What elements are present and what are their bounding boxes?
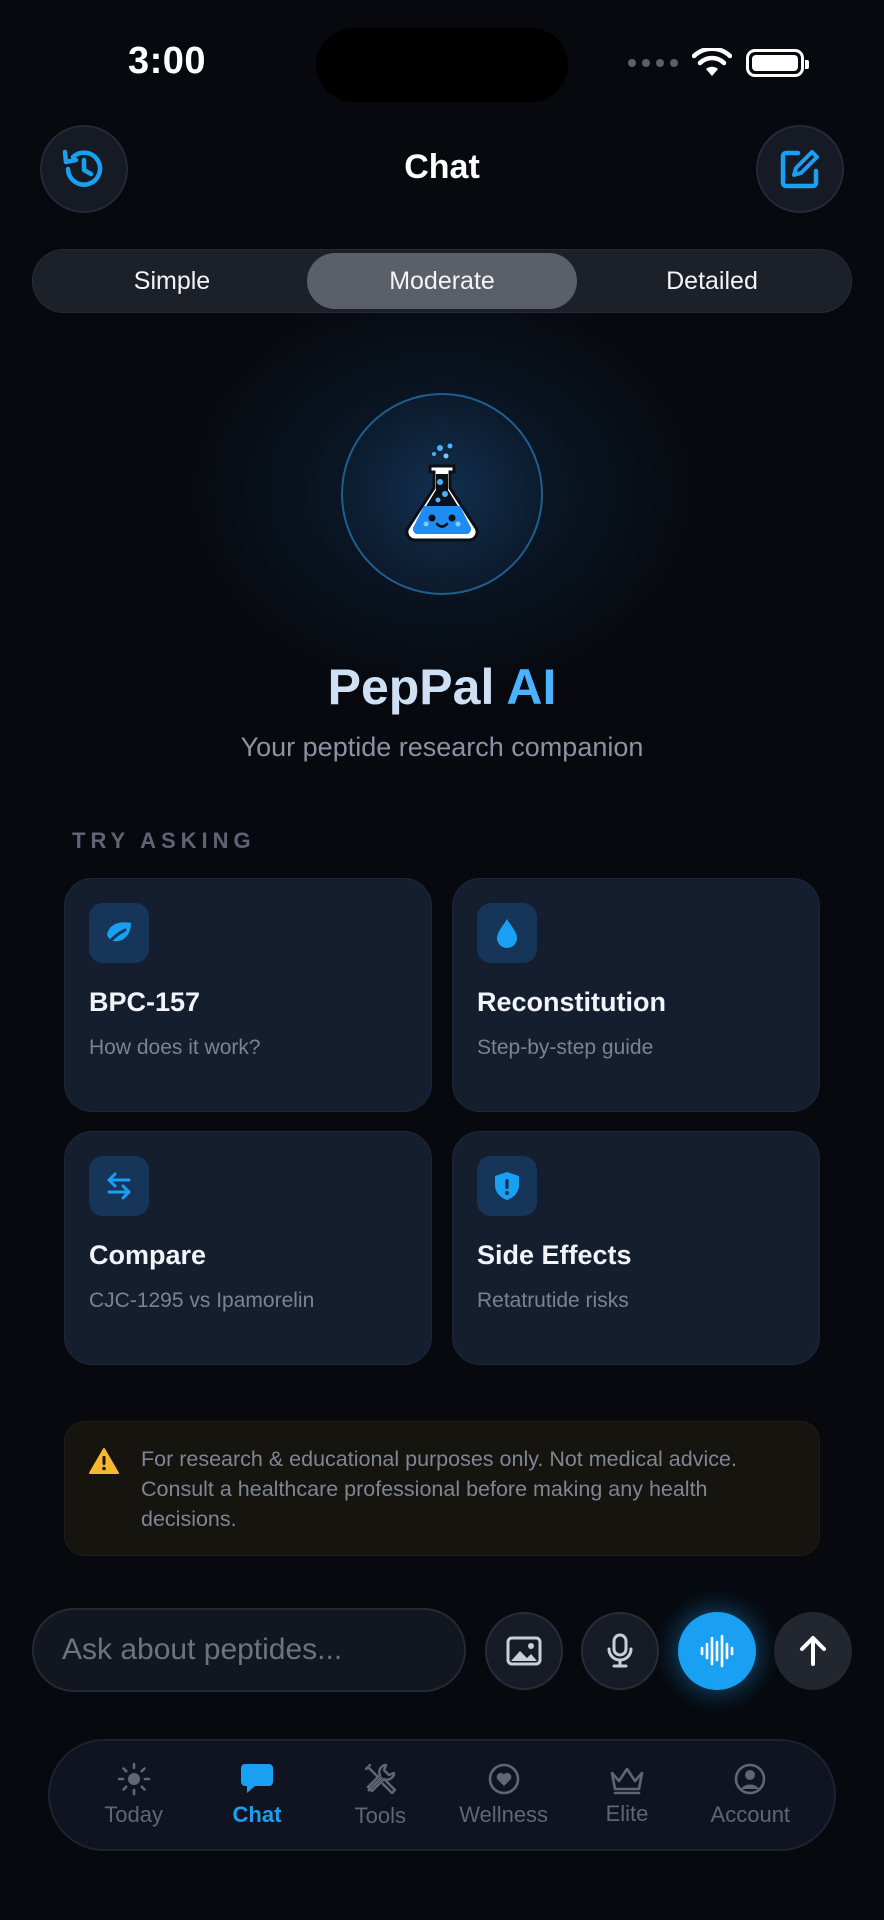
medical-disclaimer: For research & educational purposes only… [64,1421,820,1556]
leaf-icon [105,922,131,947]
send-button[interactable] [774,1612,852,1690]
tab-label: Wellness [459,1802,549,1827]
card-subtitle: How does it work? [89,1036,261,1059]
arrows-swap-icon [107,1172,131,1200]
status-time: 3:00 [128,40,207,82]
shield-alert-icon [495,1172,519,1200]
tab-wellness[interactable]: Wellness [445,1762,563,1828]
tab-label: Account [710,1802,791,1827]
chat-screen: 3:00 Chat Simple Moderate Detailed PepPa… [0,0,884,1920]
tab-label: Tools [354,1803,406,1828]
microphone-icon [607,1633,633,1668]
card-subtitle: Step-by-step guide [477,1036,654,1059]
disclaimer-text: For research & educational purposes only… [141,1447,737,1531]
image-icon [506,1636,542,1666]
dictation-button[interactable] [581,1612,659,1690]
person-icon [734,1763,766,1795]
card-title: Compare [89,1240,207,1270]
tab-label: Chat [232,1802,282,1827]
tab-label: Elite [605,1801,649,1826]
wifi-icon [692,48,732,76]
mode-simple[interactable]: Simple [37,253,307,309]
chat-bubble-icon [240,1764,273,1793]
card-icon-box [477,903,537,963]
arrow-up-icon [800,1636,826,1666]
bottom-tab-bar: Today Chat Tools Wellness Elite Account [48,1739,836,1851]
card-subtitle: Retatrutide risks [477,1289,629,1312]
card-title: Reconstitution [477,987,666,1017]
dynamic-island [316,28,568,102]
suggestion-card-side-effects[interactable]: Side Effects Retatrutide risks [452,1131,820,1365]
card-title: BPC-157 [89,987,201,1017]
app-subtitle: Your peptide research companion [240,732,644,762]
tab-tools[interactable]: Tools [321,1761,439,1829]
app-logo [341,393,543,595]
tab-label: Today [104,1802,164,1827]
card-title: Side Effects [477,1240,632,1270]
response-mode-selector: Simple Moderate Detailed [32,249,852,313]
heart-icon [488,1763,519,1795]
cellular-signal-icon [628,59,678,67]
status-icons [628,48,809,78]
sun-icon [117,1762,150,1796]
tab-today[interactable]: Today [75,1762,193,1828]
new-chat-button[interactable] [756,125,844,213]
app-title-main: PepPal [327,659,495,715]
droplet-icon [497,919,517,948]
tab-account[interactable]: Account [691,1762,809,1828]
mode-moderate[interactable]: Moderate [307,253,577,309]
card-icon-box [477,1156,537,1216]
crown-icon [610,1767,644,1795]
mode-detailed[interactable]: Detailed [577,253,847,309]
card-icon-box [89,903,149,963]
suggestion-card-compare[interactable]: Compare CJC-1295 vs Ipamorelin [64,1131,432,1365]
waveform-icon [700,1634,734,1668]
suggestion-card-bpc157[interactable]: BPC-157 How does it work? [64,878,432,1112]
message-input[interactable] [62,1633,464,1667]
page-title: Chat [404,148,480,186]
card-subtitle: CJC-1295 vs Ipamorelin [89,1289,315,1312]
attach-image-button[interactable] [485,1612,563,1690]
tab-chat[interactable]: Chat [198,1762,316,1828]
battery-icon [746,49,809,77]
warning-icon [89,1448,119,1474]
app-title: PepPal AI [0,658,884,716]
suggestions-heading: TRY ASKING [72,828,256,853]
tab-elite[interactable]: Elite [568,1763,686,1827]
compose-icon [780,150,819,189]
flask-mascot-icon [405,443,479,542]
app-title-accent: AI [506,659,557,715]
voice-mode-button[interactable] [678,1612,756,1690]
card-icon-box [89,1156,149,1216]
tools-icon [365,1763,397,1795]
suggestion-card-reconstitution[interactable]: Reconstitution Step-by-step guide [452,878,820,1112]
message-composer [32,1608,466,1692]
